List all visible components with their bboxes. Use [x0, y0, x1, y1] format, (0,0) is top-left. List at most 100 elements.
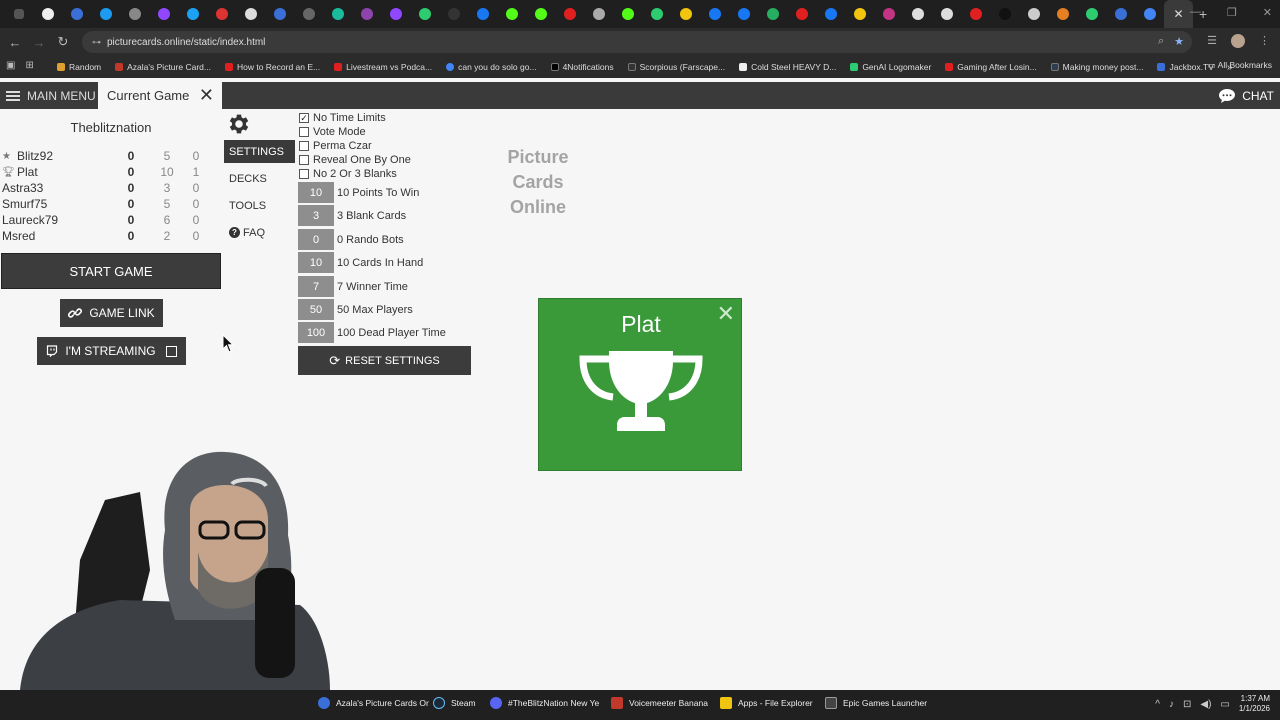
- browser-tab[interactable]: [91, 0, 120, 28]
- bookmark-item[interactable]: GenAI Logomaker: [845, 62, 936, 72]
- browser-tab[interactable]: [323, 0, 352, 28]
- browser-tab[interactable]: [816, 0, 845, 28]
- bookmark-item[interactable]: Livestream vs Podca...: [329, 62, 437, 72]
- browser-tab[interactable]: [149, 0, 178, 28]
- browser-tab[interactable]: [1135, 0, 1164, 28]
- menu-faq[interactable]: ? FAQ: [224, 221, 295, 244]
- close-tab-icon[interactable]: ✕: [1173, 7, 1183, 21]
- back-icon[interactable]: ←: [3, 35, 27, 50]
- browser-tab[interactable]: [932, 0, 961, 28]
- checkbox[interactable]: [299, 141, 309, 151]
- taskbar-item[interactable]: Apps - File Explorer: [720, 697, 813, 709]
- zoom-icon[interactable]: ⌕: [1158, 35, 1164, 48]
- close-icon[interactable]: ✕: [717, 301, 735, 327]
- bookmark-item[interactable]: Random: [52, 62, 106, 72]
- bookmark-item[interactable]: How to Record an E...: [220, 62, 325, 72]
- browser-tab[interactable]: [1019, 0, 1048, 28]
- browser-tab[interactable]: [1048, 0, 1077, 28]
- browser-tab[interactable]: [642, 0, 671, 28]
- number-input[interactable]: 3: [298, 205, 334, 226]
- profile-avatar[interactable]: [1231, 34, 1245, 48]
- browser-tab[interactable]: [758, 0, 787, 28]
- apps-grid-icon[interactable]: ⊞: [25, 60, 33, 71]
- minimize-icon[interactable]: —: [1190, 6, 1201, 19]
- browser-tab[interactable]: [526, 0, 555, 28]
- taskbar-item[interactable]: Azala's Picture Cards Or: [318, 697, 429, 709]
- microphone-icon[interactable]: ♪: [1169, 699, 1174, 710]
- menu-tools[interactable]: TOOLS: [224, 194, 295, 217]
- bookmark-item[interactable]: Azala's Picture Card...: [110, 62, 216, 72]
- browser-tab[interactable]: [468, 0, 497, 28]
- browser-tab[interactable]: [265, 0, 294, 28]
- site-info-icon[interactable]: ⊶: [92, 37, 101, 48]
- bookmark-item[interactable]: Gaming After Losin...: [940, 62, 1041, 72]
- number-input[interactable]: 0: [298, 229, 334, 250]
- close-window-icon[interactable]: ✕: [1263, 6, 1272, 19]
- battery-icon[interactable]: ▭: [1220, 699, 1229, 710]
- browser-tab[interactable]: [352, 0, 381, 28]
- browser-tab[interactable]: [903, 0, 932, 28]
- maximize-icon[interactable]: ❐: [1227, 6, 1237, 19]
- browser-tab[interactable]: [990, 0, 1019, 28]
- network-icon[interactable]: ⊡: [1183, 699, 1191, 710]
- browser-tab[interactable]: [584, 0, 613, 28]
- number-input[interactable]: 10: [298, 182, 334, 203]
- main-menu-button[interactable]: MAIN MENU: [0, 82, 96, 109]
- browser-tab[interactable]: [845, 0, 874, 28]
- bookmark-item[interactable]: Making money post...: [1046, 62, 1149, 72]
- chat-button[interactable]: CHAT: [1218, 82, 1274, 109]
- browser-tab[interactable]: [410, 0, 439, 28]
- taskbar-item[interactable]: Voicemeeter Banana: [611, 697, 708, 709]
- browser-tab[interactable]: [207, 0, 236, 28]
- taskbar-item[interactable]: Steam: [433, 697, 476, 709]
- browser-tab[interactable]: [381, 0, 410, 28]
- browser-tab[interactable]: [1106, 0, 1135, 28]
- browser-tab[interactable]: [555, 0, 584, 28]
- streaming-checkbox[interactable]: [165, 345, 177, 357]
- setting-no-2-or-3-blanks[interactable]: No 2 Or 3 Blanks: [299, 167, 397, 181]
- browser-tab[interactable]: [294, 0, 323, 28]
- tab-current-game[interactable]: Current Game ✕: [98, 82, 222, 109]
- number-input[interactable]: 100: [298, 322, 334, 343]
- bookmark-item[interactable]: Scorpious (Farscape...: [623, 62, 731, 72]
- reset-settings-button[interactable]: ⟳ RESET SETTINGS: [298, 346, 471, 375]
- menu-decks[interactable]: DECKS: [224, 167, 295, 190]
- browser-tab[interactable]: [1077, 0, 1106, 28]
- start-game-button[interactable]: START GAME: [1, 253, 221, 289]
- browser-tab-active[interactable]: ✕: [1164, 0, 1193, 28]
- browser-tab[interactable]: [874, 0, 903, 28]
- browser-tab[interactable]: [700, 0, 729, 28]
- browser-tab[interactable]: [613, 0, 642, 28]
- volume-icon[interactable]: ◀): [1200, 699, 1211, 710]
- extensions-icon[interactable]: ☰: [1207, 34, 1217, 48]
- checkbox-checked[interactable]: ✓: [299, 113, 309, 123]
- setting-vote-mode[interactable]: Vote Mode: [299, 125, 366, 139]
- menu-settings[interactable]: SETTINGS: [224, 140, 295, 163]
- browser-tab[interactable]: [729, 0, 758, 28]
- number-input[interactable]: 50: [298, 299, 334, 320]
- taskbar-item[interactable]: #TheBlitzNation New Ye: [490, 697, 599, 709]
- setting-reveal-one-by-one[interactable]: Reveal One By One: [299, 153, 411, 167]
- tray-chevron-icon[interactable]: ^: [1155, 699, 1160, 710]
- browser-tab[interactable]: [787, 0, 816, 28]
- clock[interactable]: 1:37 AM 1/1/2026: [1239, 694, 1270, 714]
- browser-tab[interactable]: [178, 0, 207, 28]
- bookmark-item[interactable]: Cold Steel HEAVY D...: [734, 62, 841, 72]
- side-panel-icon[interactable]: ▣: [6, 60, 15, 71]
- reload-icon[interactable]: ↻: [51, 34, 75, 50]
- browser-tab[interactable]: [671, 0, 700, 28]
- close-icon[interactable]: ✕: [199, 85, 214, 106]
- taskbar-item[interactable]: Epic Games Launcher: [825, 697, 927, 709]
- number-input[interactable]: 10: [298, 252, 334, 273]
- bookmark-star-icon[interactable]: ★: [1174, 35, 1184, 48]
- checkbox[interactable]: [299, 169, 309, 179]
- browser-tab[interactable]: [120, 0, 149, 28]
- browser-tab[interactable]: [236, 0, 265, 28]
- setting-perma-czar[interactable]: Perma Czar: [299, 139, 372, 153]
- number-input[interactable]: 7: [298, 276, 334, 297]
- url-omnibox[interactable]: ⊶ picturecards.online/static/index.html …: [82, 31, 1192, 53]
- browser-tab[interactable]: [439, 0, 468, 28]
- browser-tab[interactable]: [961, 0, 990, 28]
- browser-tab[interactable]: [62, 0, 91, 28]
- forward-icon[interactable]: →: [27, 35, 51, 50]
